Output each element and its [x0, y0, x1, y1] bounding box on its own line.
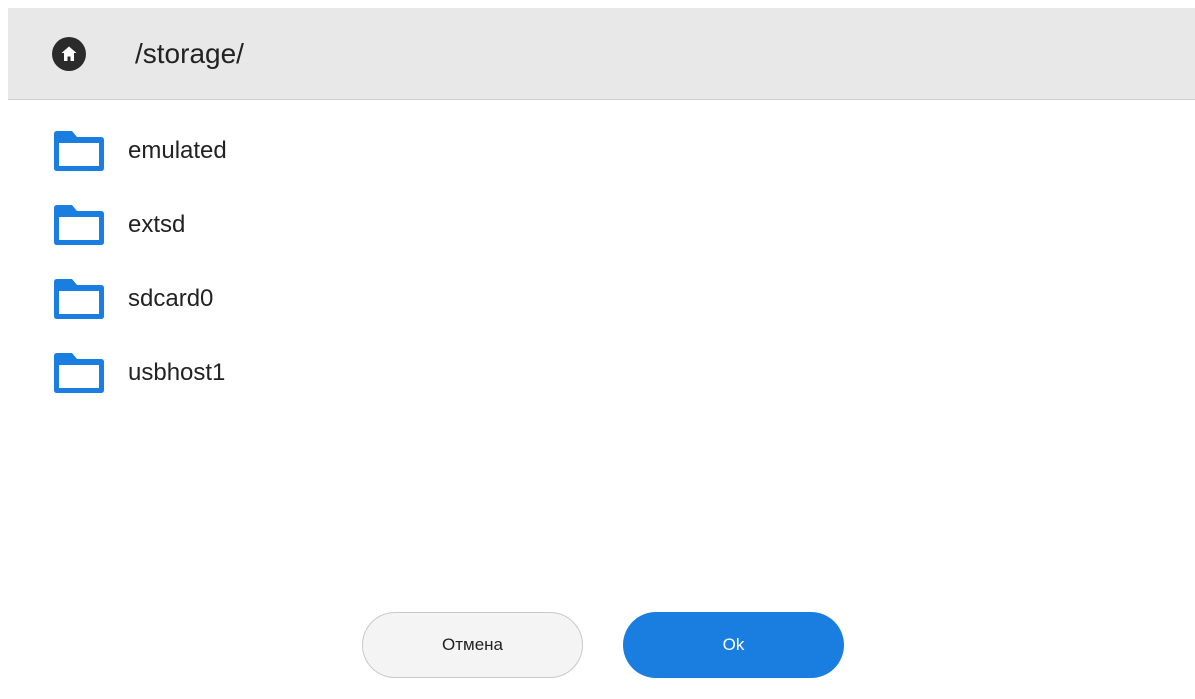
folder-label: emulated — [128, 137, 227, 164]
folder-icon — [54, 131, 104, 171]
ok-button[interactable]: Ok — [623, 612, 844, 678]
folder-icon — [54, 279, 104, 319]
folder-label: usbhost1 — [128, 359, 226, 386]
folder-item-extsd[interactable]: extsd — [50, 188, 1150, 262]
folder-list: emulated extsd sdcard0 usbhost1 — [50, 114, 1150, 410]
home-icon — [61, 46, 77, 61]
folder-label: sdcard0 — [128, 285, 214, 312]
folder-label: extsd — [128, 211, 186, 238]
folder-item-usbhost1[interactable]: usbhost1 — [50, 336, 1150, 410]
path-header: /storage/ — [8, 8, 1195, 100]
cancel-button[interactable]: Отмена — [362, 612, 583, 678]
home-button[interactable] — [52, 37, 86, 71]
current-path: /storage/ — [135, 38, 244, 69]
folder-icon — [54, 353, 104, 393]
folder-icon — [54, 205, 104, 245]
folder-item-emulated[interactable]: emulated — [50, 114, 1150, 188]
folder-item-sdcard0[interactable]: sdcard0 — [50, 262, 1150, 336]
